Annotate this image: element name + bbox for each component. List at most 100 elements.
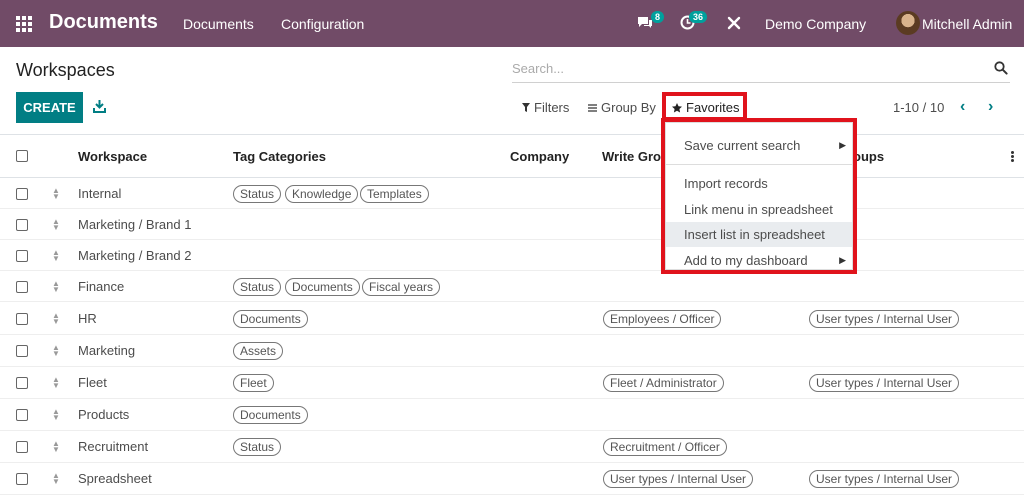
filters-button[interactable]: Filters xyxy=(522,100,569,115)
drag-handle-icon[interactable]: ▲ ▼ xyxy=(52,440,60,454)
row-checkbox[interactable] xyxy=(16,188,28,200)
tag-category-badge: Fiscal years xyxy=(362,278,441,296)
workspace-name: Products xyxy=(78,407,130,422)
workspace-name: HR xyxy=(78,311,97,326)
pager-next-icon[interactable]: › xyxy=(988,98,993,116)
menu-item-label: Save current search xyxy=(684,138,801,153)
workspace-name: Marketing xyxy=(78,343,136,358)
group-by-button[interactable]: Group By xyxy=(588,100,656,115)
menu-divider xyxy=(666,164,852,165)
column-write-groups[interactable]: Write Grou xyxy=(602,149,669,164)
drag-handle-icon[interactable]: ▲ ▼ xyxy=(52,472,60,486)
optional-columns-icon[interactable] xyxy=(1011,151,1014,163)
filter-icon xyxy=(522,103,530,112)
row-checkbox[interactable] xyxy=(16,377,28,389)
table-row[interactable]: ▲ ▼ HR Documents Employees / Officer User typ… xyxy=(0,302,1024,335)
workspace-name: Internal xyxy=(78,186,122,201)
row-checkbox[interactable] xyxy=(16,473,28,485)
tag-category-badge: Fleet xyxy=(233,374,274,392)
top-navbar: Documents Documents Configuration 8 36 D… xyxy=(0,0,1024,47)
read-group-badge: User types / Internal User xyxy=(809,310,960,328)
drag-handle-icon[interactable]: ▲ ▼ xyxy=(52,312,60,326)
menu-save-current-search[interactable]: Save current search ▶ xyxy=(666,133,852,158)
list-header: Workspace Tag Categories Company Write G… xyxy=(0,134,1024,178)
drag-handle-icon[interactable]: ▲ ▼ xyxy=(52,249,60,263)
list-icon xyxy=(588,103,597,112)
user-avatar[interactable] xyxy=(896,11,920,35)
search-input[interactable] xyxy=(512,57,982,79)
table-row[interactable]: ▲ ▼ Marketing Assets xyxy=(0,335,1024,367)
drag-handle-icon[interactable]: ▲ ▼ xyxy=(52,408,60,422)
drag-handle-icon[interactable]: ▲ ▼ xyxy=(52,344,60,358)
pager-value[interactable]: 1-10 / 10 xyxy=(893,100,944,115)
workspace-name: Fleet xyxy=(78,375,107,390)
apps-menu-icon[interactable] xyxy=(16,16,32,32)
user-menu[interactable]: Mitchell Admin xyxy=(922,16,1012,32)
caret-right-icon: ▶ xyxy=(839,140,846,150)
menu-import-records[interactable]: Import records xyxy=(666,171,852,196)
workspace-name: Marketing / Brand 2 xyxy=(78,248,192,263)
drag-handle-icon[interactable]: ▲ ▼ xyxy=(52,376,60,390)
pager-previous-icon[interactable]: ‹ xyxy=(960,98,965,116)
row-checkbox[interactable] xyxy=(16,441,28,453)
column-workspace[interactable]: Workspace xyxy=(78,149,147,164)
table-row[interactable]: ▲ ▼ Spreadsheet User types / Internal User U… xyxy=(0,463,1024,495)
column-tag-categories[interactable]: Tag Categories xyxy=(233,149,326,164)
column-company[interactable]: Company xyxy=(510,149,569,164)
tag-category-badge: Status xyxy=(233,438,282,456)
table-row[interactable]: ▲ ▼ Marketing / Brand 2 xyxy=(0,240,1024,271)
workspace-name: Spreadsheet xyxy=(78,471,152,486)
caret-right-icon: ▶ xyxy=(839,255,846,265)
filters-label: Filters xyxy=(534,100,570,115)
drag-handle-icon[interactable]: ▲ ▼ xyxy=(52,187,60,201)
create-button[interactable]: CREATE xyxy=(16,92,83,123)
drag-handle-icon[interactable]: ▲ ▼ xyxy=(52,218,60,232)
drag-handle-icon[interactable]: ▲ ▼ xyxy=(52,280,60,294)
activities-badge: 36 xyxy=(689,11,708,23)
column-read-groups[interactable]: oups xyxy=(853,149,884,164)
tag-category-badge: Assets xyxy=(233,342,284,360)
table-row[interactable]: ▲ ▼ Recruitment Status Recruitment / Officer xyxy=(0,431,1024,463)
select-all-checkbox[interactable] xyxy=(16,150,28,162)
write-group-badge: Fleet / Administrator xyxy=(603,374,724,392)
tag-category-badge: Documents xyxy=(233,310,308,328)
search-icon[interactable] xyxy=(994,61,1008,75)
menu-insert-list-in-spreadsheet[interactable]: Insert list in spreadsheet xyxy=(666,222,852,247)
debug-tools-icon[interactable] xyxy=(727,16,741,34)
table-row[interactable]: ▲ ▼ Products Documents xyxy=(0,399,1024,431)
tag-category-badge: Documents xyxy=(285,278,360,296)
row-checkbox[interactable] xyxy=(16,313,28,325)
write-group-badge: Employees / Officer xyxy=(603,310,722,328)
page-title: Workspaces xyxy=(16,60,115,80)
menu-item-label: Add to my dashboard xyxy=(684,253,808,268)
tag-category-badge: Status xyxy=(233,278,282,296)
table-row[interactable]: ▲ ▼ Internal Status Knowledge Templates xyxy=(0,178,1024,209)
row-checkbox[interactable] xyxy=(16,250,28,262)
favorites-label: Favorites xyxy=(686,100,740,115)
menu-item-label: Link menu in spreadsheet xyxy=(684,202,833,217)
menu-item-label: Import records xyxy=(684,176,768,191)
menu-link-menu-in-spreadsheet[interactable]: Link menu in spreadsheet xyxy=(666,197,852,222)
tag-category-badge: Documents xyxy=(233,406,308,424)
menu-configuration[interactable]: Configuration xyxy=(281,16,364,32)
row-checkbox[interactable] xyxy=(16,219,28,231)
menu-add-to-my-dashboard[interactable]: Add to my dashboard ▶ xyxy=(666,248,852,273)
menu-documents[interactable]: Documents xyxy=(183,16,254,32)
tag-category-badge: Status xyxy=(233,185,282,203)
row-checkbox[interactable] xyxy=(16,409,28,421)
download-icon[interactable] xyxy=(93,99,106,113)
row-checkbox[interactable] xyxy=(16,345,28,357)
favorites-button[interactable]: Favorites xyxy=(672,100,739,115)
table-row[interactable]: ▲ ▼ Fleet Fleet Fleet / Administrator User ty… xyxy=(0,367,1024,399)
write-group-badge: Recruitment / Officer xyxy=(603,438,727,456)
table-row[interactable]: ▲ ▼ Marketing / Brand 1 xyxy=(0,209,1024,240)
table-row[interactable]: ▲ ▼ Finance Status Documents Fiscal years xyxy=(0,271,1024,302)
company-switcher[interactable]: Demo Company xyxy=(765,16,866,32)
workspace-name: Finance xyxy=(78,279,125,294)
row-checkbox[interactable] xyxy=(16,281,28,293)
app-title[interactable]: Documents xyxy=(49,11,158,34)
menu-item-label: Insert list in spreadsheet xyxy=(684,227,825,242)
write-group-badge: User types / Internal User xyxy=(603,470,754,488)
favorites-dropdown: Save current search ▶ Import records Lin… xyxy=(661,118,857,274)
messages-badge: 8 xyxy=(651,11,665,23)
